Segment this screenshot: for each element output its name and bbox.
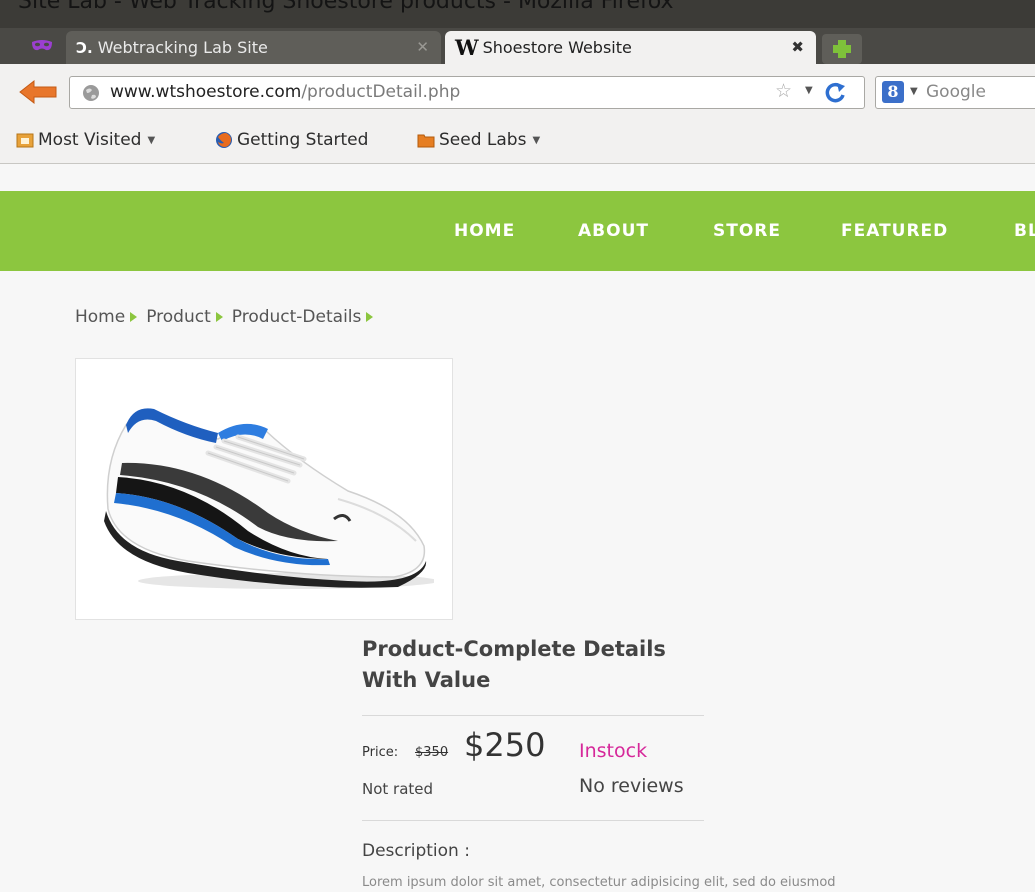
reviews-status: No reviews <box>579 775 684 797</box>
breadcrumb-arrow-icon <box>130 312 138 322</box>
smart-folder-icon <box>16 133 34 148</box>
navigation-toolbar: www.wtshoestore.com/productDetail.php ☆ … <box>0 64 1035 122</box>
product-image[interactable] <box>75 358 453 620</box>
rating-status: Not rated <box>362 780 434 798</box>
tab-webtracking-lab[interactable]: Ɔ. Webtracking Lab Site ✕ <box>66 31 441 64</box>
private-browsing-mask-icon <box>32 40 52 51</box>
close-icon[interactable]: ✖ <box>791 38 804 56</box>
close-icon[interactable]: ✕ <box>416 38 429 56</box>
tab-label: Webtracking Lab Site <box>97 38 268 57</box>
bookmark-star-icon[interactable]: ☆ <box>775 80 792 102</box>
breadcrumb-product[interactable]: Product <box>146 307 211 327</box>
description-text: Lorem ipsum dolor sit amet, consectetur … <box>362 875 836 890</box>
bookmark-seed-labs[interactable]: Seed Labs ▼ <box>417 130 540 150</box>
description-heading: Description : <box>362 841 470 861</box>
site-navigation: HOME ABOUT STORE FEATURED BLOG <box>0 191 1035 271</box>
product-title: Product-Complete Details With Value <box>362 637 666 692</box>
breadcrumb-home[interactable]: Home <box>75 307 125 327</box>
reload-icon[interactable] <box>822 81 848 105</box>
globe-icon <box>83 85 99 101</box>
divider <box>362 820 704 821</box>
window-title: Site Lab - Web Tracking Shoestore produc… <box>18 0 674 14</box>
window-titlebar: Site Lab - Web Tracking Shoestore produc… <box>0 0 1035 28</box>
firefox-icon <box>216 132 232 148</box>
breadcrumb: Home Product Product-Details <box>75 307 382 327</box>
tab-label: Shoestore Website <box>482 38 632 57</box>
chevron-down-icon[interactable]: ▼ <box>910 86 918 97</box>
back-arrow-icon[interactable] <box>18 79 58 105</box>
stock-status: Instock <box>579 740 648 762</box>
bookmark-most-visited[interactable]: Most Visited ▼ <box>16 130 155 150</box>
tab-bar: Ɔ. Webtracking Lab Site ✕ W Shoestore We… <box>0 28 1035 64</box>
nav-blog[interactable]: BLOG <box>1014 221 1035 241</box>
url-bar[interactable]: www.wtshoestore.com/productDetail.php ☆ … <box>69 76 865 109</box>
google-engine-icon[interactable]: 8 <box>882 81 904 103</box>
divider <box>362 715 704 716</box>
nav-store[interactable]: STORE <box>713 221 781 241</box>
current-price: $250 <box>464 726 546 764</box>
folder-icon <box>417 134 435 148</box>
bookmarks-toolbar: Most Visited ▼ Getting Started Seed Labs… <box>0 122 1035 164</box>
w-icon: W <box>455 35 479 60</box>
nav-home[interactable]: HOME <box>454 221 515 241</box>
search-box[interactable]: 8 ▼ Google <box>875 76 1035 109</box>
e-icon: Ɔ. <box>76 38 93 57</box>
chevron-down-icon: ▼ <box>147 134 156 146</box>
browser-window: Site Lab - Web Tracking Shoestore produc… <box>0 0 1035 892</box>
new-tab-plus-icon[interactable] <box>822 34 862 64</box>
chevron-down-icon[interactable]: ▼ <box>805 85 813 96</box>
sneaker-image <box>104 408 434 589</box>
bookmark-getting-started[interactable]: Getting Started <box>215 130 368 150</box>
breadcrumb-arrow-icon <box>366 312 374 322</box>
chevron-down-icon: ▼ <box>532 134 541 146</box>
old-price: $350 <box>415 745 449 760</box>
nav-about[interactable]: ABOUT <box>578 221 649 241</box>
breadcrumb-product-details[interactable]: Product-Details <box>232 307 362 327</box>
breadcrumb-arrow-icon <box>215 312 223 322</box>
nav-featured[interactable]: FEATURED <box>841 221 948 241</box>
search-placeholder: Google <box>926 82 986 102</box>
url-text: www.wtshoestore.com/productDetail.php <box>110 82 461 102</box>
price-label: Price: <box>362 745 399 760</box>
tab-shoestore[interactable]: W Shoestore Website ✖ <box>445 31 816 64</box>
